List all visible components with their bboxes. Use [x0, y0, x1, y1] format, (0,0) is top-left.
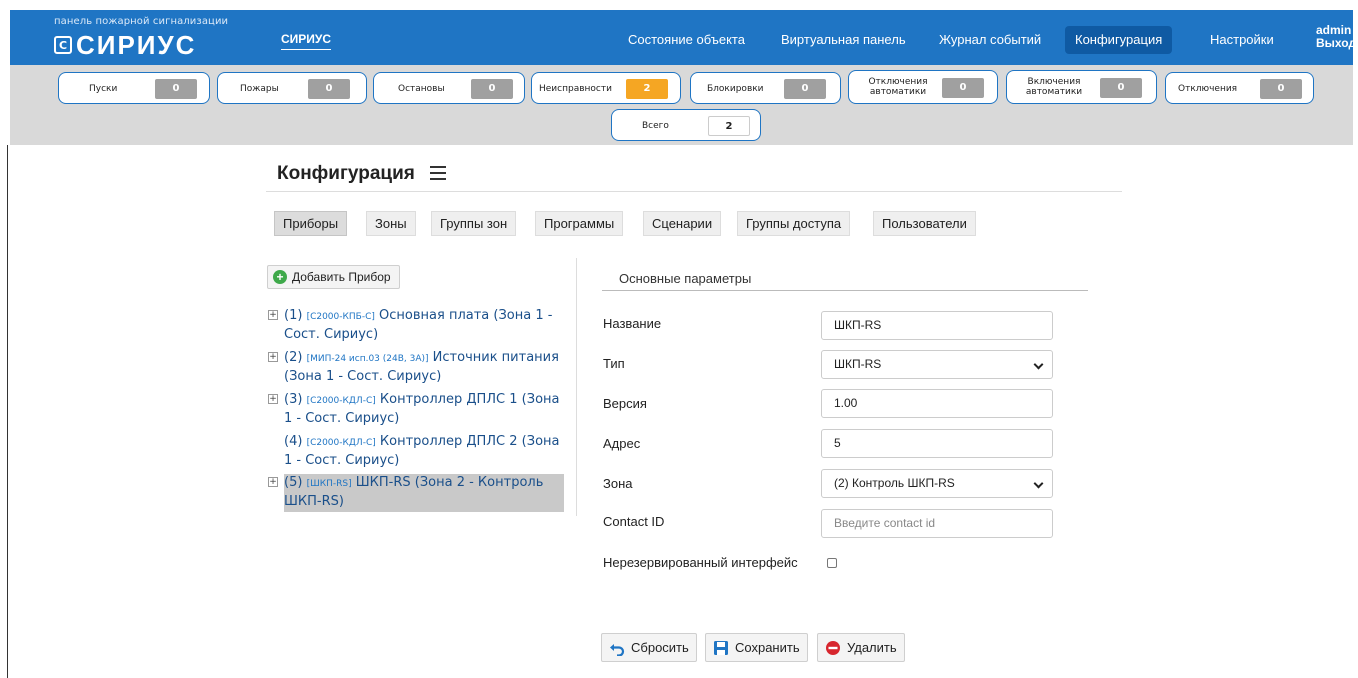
type-select[interactable]: ШКП-RS	[821, 350, 1053, 379]
delete-button[interactable]: Удалить	[817, 633, 905, 662]
reset-label: Сбросить	[631, 640, 689, 655]
counter-automation-on[interactable]: Включения автоматики 0	[1006, 70, 1157, 104]
name-label: Название	[603, 316, 662, 331]
contact-id-input[interactable]: Введите contact id	[821, 509, 1053, 538]
counter-disabled[interactable]: Отключения 0	[1165, 72, 1314, 104]
counter-total[interactable]: Всего 2	[611, 109, 761, 141]
save-button[interactable]: Сохранить	[705, 633, 808, 662]
logout-link[interactable]: Выход	[1316, 37, 1356, 50]
expand-icon[interactable]: +	[268, 352, 278, 362]
version-label: Версия	[603, 396, 647, 411]
counter-stops[interactable]: Остановы 0	[373, 72, 525, 104]
expand-icon[interactable]: +	[268, 477, 278, 487]
device-number: (1)	[284, 308, 303, 323]
device-model: [С2000-КДЛ-С]	[306, 396, 376, 406]
expand-icon[interactable]: +	[268, 310, 278, 320]
tab-zones[interactable]: Зоны	[366, 211, 416, 236]
device-model: [С2000-КПБ-С]	[306, 312, 375, 322]
address-label: Адрес	[603, 436, 641, 451]
delete-label: Удалить	[847, 640, 897, 655]
zone-label: Зона	[603, 476, 633, 491]
zone-select-value: (2) Контроль ШКП-RS	[834, 476, 955, 490]
nav-object-status[interactable]: Состояние объекта	[618, 26, 755, 54]
type-select-value: ШКП-RS	[834, 357, 882, 371]
nonredundant-label: Нерезервированный интерфейс	[603, 555, 798, 570]
nav-virtual-panel[interactable]: Виртуальная панель	[771, 26, 916, 54]
name-field[interactable]: ШКП-RS	[821, 311, 1053, 340]
device-model: [С2000-КДЛ-С]	[306, 438, 376, 448]
nav-configuration[interactable]: Конфигурация	[1065, 26, 1173, 54]
hamburger-icon[interactable]	[430, 166, 446, 180]
delete-circle-icon	[826, 640, 840, 655]
counter-strip: Пуски 0 Пожары 0 Остановы 0 Неисправност…	[10, 65, 1353, 145]
add-device-button[interactable]: + Добавить Прибор	[267, 265, 400, 289]
main-nav: Состояние объекта Виртуальная панель Жур…	[10, 10, 1353, 65]
nav-event-log[interactable]: Журнал событий	[929, 26, 1051, 54]
device-number: (2)	[284, 350, 303, 365]
chevron-down-icon	[1033, 478, 1044, 489]
undo-icon	[610, 643, 625, 656]
counter-automation-off[interactable]: Отключения автоматики 0	[848, 70, 998, 104]
expand-icon[interactable]: +	[268, 394, 278, 404]
address-field[interactable]: 5	[821, 429, 1053, 458]
tab-access-groups[interactable]: Группы доступа	[737, 211, 851, 236]
type-label: Тип	[603, 356, 625, 371]
counter-starts[interactable]: Пуски 0	[58, 72, 210, 104]
section-divider	[602, 290, 1088, 291]
save-label: Сохранить	[735, 640, 800, 655]
counter-blocks[interactable]: Блокировки 0	[690, 72, 841, 104]
user-block: admin Выход	[1316, 24, 1356, 50]
tab-scenarios[interactable]: Сценарии	[643, 211, 722, 236]
device-number: (5)	[284, 475, 303, 490]
tab-programs[interactable]: Программы	[535, 211, 624, 236]
device-number: (3)	[284, 392, 303, 407]
zone-select[interactable]: (2) Контроль ШКП-RS	[821, 469, 1053, 498]
contact-id-label: Contact ID	[603, 514, 665, 529]
add-circle-icon: +	[273, 270, 287, 284]
nav-settings[interactable]: Настройки	[1200, 26, 1284, 54]
tab-zone-groups[interactable]: Группы зон	[431, 211, 517, 236]
page-left-edge	[7, 145, 8, 678]
title-divider	[266, 191, 1122, 192]
nonredundant-checkbox[interactable]	[827, 558, 837, 568]
floppy-disk-icon	[714, 640, 728, 655]
version-field[interactable]: 1.00	[821, 389, 1053, 418]
counter-fires[interactable]: Пожары 0	[217, 72, 367, 104]
reset-button[interactable]: Сбросить	[601, 633, 697, 662]
top-bar: панель пожарной сигнализации С СИРИУС СИ…	[10, 10, 1356, 65]
section-title: Основные параметры	[619, 271, 752, 286]
add-device-label: Добавить Прибор	[292, 270, 391, 284]
device-model: [ШКП-RS]	[306, 479, 352, 489]
device-model: [МИП-24 исп.03 (24В, 3А)]	[306, 354, 429, 364]
pane-divider	[576, 258, 577, 516]
counter-faults[interactable]: Неисправности 2	[531, 72, 681, 104]
tab-devices[interactable]: Приборы	[274, 211, 348, 236]
device-number: (4)	[284, 434, 303, 449]
tab-users[interactable]: Пользователи	[873, 211, 976, 236]
chevron-down-icon	[1033, 359, 1044, 370]
page-title: Конфигурация	[277, 163, 415, 184]
